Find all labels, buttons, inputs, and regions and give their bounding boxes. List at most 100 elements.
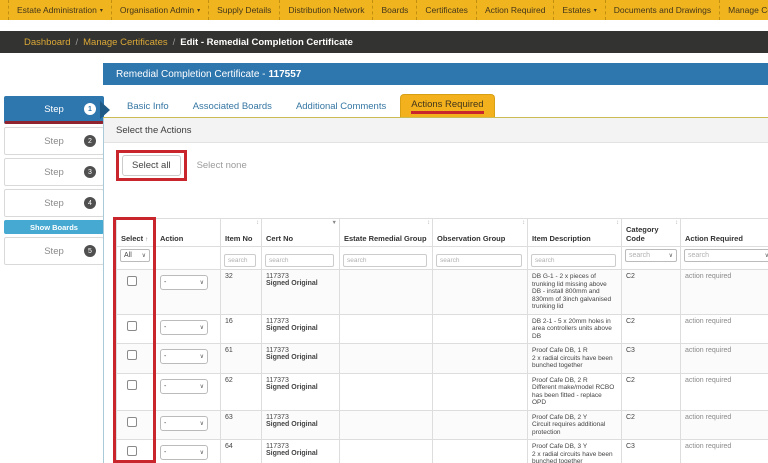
- menu-item-action-required[interactable]: Action Required: [477, 0, 554, 20]
- top-menu-bar: Estate Administration▾ Organisation Admi…: [0, 0, 768, 20]
- tab-basic-info[interactable]: Basic Info: [117, 96, 179, 117]
- sort-icon: ↕: [675, 220, 678, 226]
- estate-remedial-group-search-input[interactable]: [343, 254, 427, 267]
- menu-item-distribution-network[interactable]: Distribution Network: [280, 0, 373, 20]
- caret-down-icon: ▾: [197, 7, 200, 14]
- cert-no-cell: 117373Signed Original: [262, 440, 340, 463]
- selection-buttons-row: Select all Select none: [116, 150, 768, 181]
- menu-item-estate-administration[interactable]: Estate Administration▾: [8, 0, 112, 20]
- row-select-checkbox[interactable]: [127, 417, 137, 427]
- item-description-cell: Proof Cafe DB, 3 Y 2 x radial circuits h…: [528, 440, 622, 463]
- sort-icon: ↕: [522, 220, 525, 226]
- tab-associated-boards[interactable]: Associated Boards: [183, 96, 282, 117]
- item-description-cell: Proof Cafe DB, 2 R Different make/model …: [528, 373, 622, 410]
- category-code-cell: C3: [622, 440, 681, 463]
- menu-label: Certificates: [425, 5, 468, 15]
- sidebar-step-5[interactable]: Step 5: [4, 237, 104, 265]
- action-dropdown[interactable]: -∨: [160, 320, 208, 335]
- select-all-button[interactable]: Select all: [122, 155, 181, 176]
- step-number-badge: 5: [84, 245, 96, 257]
- menu-item-supply-details[interactable]: Supply Details: [209, 0, 280, 20]
- item-no-search-input[interactable]: [224, 254, 256, 267]
- tab-additional-comments[interactable]: Additional Comments: [286, 96, 396, 117]
- sidebar-step-2[interactable]: Step 2: [4, 127, 104, 155]
- select-none-button[interactable]: Select none: [197, 160, 247, 171]
- caret-down-icon: ▾: [594, 7, 597, 14]
- menu-item-documents-and-drawings[interactable]: Documents and Drawings: [606, 0, 720, 20]
- column-header-category-code[interactable]: Category Code↕: [622, 219, 681, 247]
- category-code-cell: C2: [622, 314, 681, 344]
- item-no-cell: 64: [221, 440, 262, 463]
- tab-actions-required[interactable]: Actions Required: [400, 94, 494, 117]
- observation-group-cell: [433, 440, 528, 463]
- breadcrumb-separator: /: [173, 37, 176, 48]
- step-sidebar: Step 1 Step 2 Step 3 Step 4 Show Boards …: [4, 96, 104, 268]
- observation-group-search-input[interactable]: [436, 254, 522, 267]
- chevron-down-icon: ∨: [200, 420, 204, 427]
- action-dropdown[interactable]: -∨: [160, 275, 208, 290]
- panel-heading: Select the Actions: [104, 118, 768, 143]
- estate-remedial-group-cell: [340, 270, 433, 315]
- chevron-down-icon: ∨: [200, 324, 204, 331]
- sidebar-step-4[interactable]: Step 4: [4, 189, 104, 217]
- menu-label: Supply Details: [217, 5, 271, 15]
- menu-item-manage-compliance[interactable]: Manage Compliance▾: [720, 0, 768, 20]
- menu-item-certificates[interactable]: Certificates: [417, 0, 477, 20]
- estate-remedial-group-cell: [340, 373, 433, 410]
- observation-group-cell: [433, 373, 528, 410]
- row-select-checkbox[interactable]: [127, 350, 137, 360]
- annotation-box-select-all: Select all: [116, 150, 187, 181]
- column-header-estate-remedial-group[interactable]: Estate Remedial Group↕: [340, 219, 433, 247]
- sort-up-icon: ↑: [145, 237, 148, 243]
- show-boards-button[interactable]: Show Boards: [4, 220, 104, 234]
- menu-label: Distribution Network: [288, 5, 364, 15]
- breadcrumb-link-manage-certificates[interactable]: Manage Certificates: [83, 37, 167, 48]
- estate-remedial-group-cell: [340, 410, 433, 440]
- filter-icon: ▼: [332, 220, 337, 226]
- menu-item-organisation-admin[interactable]: Organisation Admin▾: [112, 0, 209, 20]
- breadcrumb-link-dashboard[interactable]: Dashboard: [24, 37, 70, 48]
- column-header-observation-group[interactable]: Observation Group↕: [433, 219, 528, 247]
- menu-item-estates[interactable]: Estates▾: [554, 0, 605, 20]
- cert-no-search-input[interactable]: [265, 254, 334, 267]
- row-select-checkbox[interactable]: [127, 380, 137, 390]
- action-dropdown[interactable]: -∨: [160, 379, 208, 394]
- column-header-cert-no[interactable]: Cert No▼: [262, 219, 340, 247]
- chevron-down-icon: ∨: [200, 383, 204, 390]
- breadcrumb-separator: /: [75, 37, 78, 48]
- cert-no-cell: 117373Signed Original: [262, 373, 340, 410]
- action-dropdown[interactable]: -∨: [160, 445, 208, 460]
- row-select-checkbox[interactable]: [127, 321, 137, 331]
- column-header-action-required[interactable]: Action Required↕: [681, 219, 768, 247]
- category-code-cell: C2: [622, 270, 681, 315]
- sidebar-step-1[interactable]: Step 1: [4, 96, 104, 124]
- column-header-item-description[interactable]: Item Description↕: [528, 219, 622, 247]
- row-select-checkbox[interactable]: [127, 276, 137, 286]
- step-number-badge: 3: [84, 166, 96, 178]
- action-dropdown[interactable]: -∨: [160, 349, 208, 364]
- chevron-down-icon: ∨: [765, 252, 768, 259]
- category-code-filter-dropdown[interactable]: search∨: [625, 249, 677, 262]
- action-dropdown[interactable]: -∨: [160, 416, 208, 431]
- item-description-search-input[interactable]: [531, 254, 616, 267]
- chevron-down-icon: ∨: [200, 279, 204, 286]
- action-required-filter-dropdown[interactable]: search∨: [684, 249, 768, 262]
- category-code-cell: C2: [622, 410, 681, 440]
- observation-group-cell: [433, 314, 528, 344]
- menu-label: Organisation Admin: [120, 5, 194, 15]
- table-header-row: Select↑ Action Item No↕ Cert No▼ Estate …: [117, 219, 768, 247]
- sidebar-step-3[interactable]: Step 3: [4, 158, 104, 186]
- main-content: Remedial Completion Certificate -117557 …: [103, 63, 768, 463]
- column-header-item-no[interactable]: Item No↕: [221, 219, 262, 247]
- estate-remedial-group-cell: [340, 440, 433, 463]
- select-filter-dropdown[interactable]: All∨: [120, 249, 150, 262]
- sort-icon: ↕: [427, 220, 430, 226]
- item-no-cell: 62: [221, 373, 262, 410]
- menu-item-boards[interactable]: Boards: [373, 0, 417, 20]
- actions-table: Select↑ Action Item No↕ Cert No▼ Estate …: [116, 218, 768, 463]
- column-header-select[interactable]: Select↑: [117, 219, 156, 247]
- row-select-checkbox[interactable]: [127, 446, 137, 456]
- breadcrumb-current-page: Edit - Remedial Completion Certificate: [180, 37, 353, 48]
- table-filter-row: All∨ search∨ search∨: [117, 247, 768, 270]
- step-label: Step: [44, 246, 64, 257]
